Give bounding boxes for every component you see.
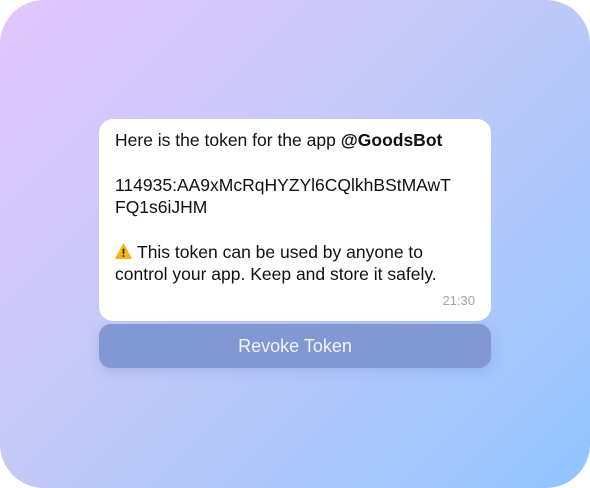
message-intro-line: Here is the token for the app @GoodsBot: [115, 129, 475, 151]
revoke-token-button[interactable]: Revoke Token: [99, 324, 491, 368]
chat-background: Here is the token for the app @GoodsBot …: [0, 0, 590, 488]
token-text-line-1[interactable]: 114935:AA9xMcRqHYZYl6CQlkhBStMAwT: [115, 174, 475, 196]
message-timestamp: 21:30: [442, 293, 475, 308]
warning-text-1: This token can be used by anyone to: [137, 242, 424, 262]
token-text-line-2[interactable]: FQ1s6iJHM: [115, 196, 475, 218]
bot-username[interactable]: @GoodsBot: [341, 130, 443, 150]
message-intro-text: Here is the token for the app: [115, 130, 341, 150]
warning-line-1: This token can be used by anyone to: [115, 241, 475, 263]
message-bubble: Here is the token for the app @GoodsBot …: [99, 119, 491, 321]
warning-text-2: control your app. Keep and store it safe…: [115, 264, 437, 284]
warning-icon: [115, 243, 132, 259]
